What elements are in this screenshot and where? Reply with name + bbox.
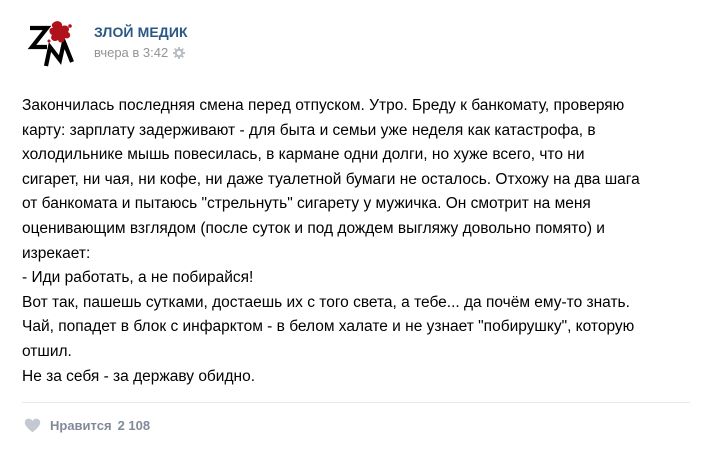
post-text-line: оценивающим взглядом (после суток и под … <box>22 219 605 237</box>
post-text-line: холодильнике мышь повесилась, в кармане … <box>22 146 585 164</box>
like-button[interactable]: Нравится 2 108 <box>24 416 150 434</box>
post-time[interactable]: вчера в 3:42 <box>94 45 168 61</box>
post-text-line: Не за себя - за державу обидно. <box>22 367 255 385</box>
post-text-line: отшил. <box>22 342 72 360</box>
footer-divider <box>22 402 690 403</box>
like-count: 2 108 <box>117 417 151 433</box>
post-text-line: карту: зарплату задерживают - для быта и… <box>22 121 596 139</box>
zm-logo-icon[interactable] <box>22 16 76 70</box>
post-meta: ЗЛОЙ МЕДИК вчера в 3:42 <box>94 16 188 61</box>
post-header: ЗЛОЙ МЕДИК вчера в 3:42 <box>22 16 188 72</box>
post-text-line: - Иди работать, а не побирайся! <box>22 269 254 287</box>
post-text-line: сигарет, ни чая, ни кофе, ни даже туалет… <box>22 170 640 188</box>
post-text-line: Вот так, пашешь сутками, достаешь их с т… <box>22 293 630 311</box>
post-text-line: Чай, попадет в блок с инфарктом - в бело… <box>22 318 635 336</box>
post-text-line: Закончилась последняя смена перед отпуск… <box>22 97 625 114</box>
post-text: Закончилась последняя смена перед отпуск… <box>22 94 692 389</box>
post-text-line: изрекает: <box>22 244 91 262</box>
post-text-line: от банкомата и пытаюсь "стрельнуть" сига… <box>22 195 591 213</box>
post-card: ЗЛОЙ МЕДИК вчера в 3:42 Закончилась посл… <box>0 0 712 452</box>
author-name[interactable]: ЗЛОЙ МЕДИК <box>94 23 188 41</box>
time-row: вчера в 3:42 <box>94 45 188 61</box>
heart-icon <box>24 418 41 433</box>
like-label: Нравится <box>50 417 112 433</box>
gear-icon[interactable] <box>173 47 186 59</box>
